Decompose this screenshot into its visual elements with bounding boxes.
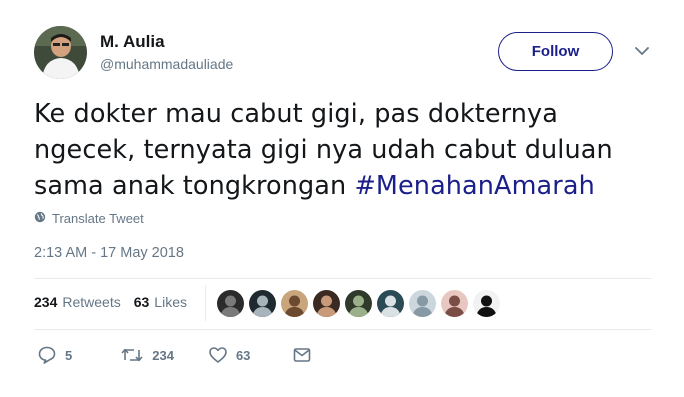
liker-avatar[interactable] xyxy=(249,290,276,317)
reply-count: 5 xyxy=(65,347,73,363)
stats-separator xyxy=(205,285,206,321)
author-name[interactable]: M. Aulia xyxy=(100,32,165,52)
liker-avatar[interactable] xyxy=(345,290,372,317)
chevron-down-icon[interactable] xyxy=(633,44,651,58)
liker-avatar[interactable] xyxy=(409,290,436,317)
retweets-label[interactable]: Retweets xyxy=(62,294,120,310)
liker-avatar[interactable] xyxy=(281,290,308,317)
liker-avatar[interactable] xyxy=(441,290,468,317)
author-avatar[interactable] xyxy=(34,26,87,79)
divider xyxy=(34,329,652,330)
liker-avatars xyxy=(217,290,500,317)
hashtag-link[interactable]: #MenahanAmarah xyxy=(354,171,594,201)
retweet-count: 234 xyxy=(152,347,174,363)
likes-count[interactable]: 63 xyxy=(134,294,150,310)
retweet-button[interactable]: 234 xyxy=(120,345,174,365)
liker-avatar[interactable] xyxy=(313,290,340,317)
reply-button[interactable]: 5 xyxy=(37,345,72,365)
tweet-text: Ke dokter mau cabut gigi, pas dokternya … xyxy=(34,96,664,204)
globe-icon xyxy=(34,211,46,226)
translate-tweet-link[interactable]: Translate Tweet xyxy=(34,211,144,226)
like-count: 63 xyxy=(235,347,251,363)
retweet-icon xyxy=(120,345,144,365)
tweet-actions: 5 234 63 xyxy=(34,345,312,365)
follow-button[interactable]: Follow xyxy=(498,32,613,71)
direct-message-button[interactable] xyxy=(292,345,312,365)
liker-avatar[interactable] xyxy=(377,290,404,317)
translate-label: Translate Tweet xyxy=(52,211,144,226)
retweets-count[interactable]: 234 xyxy=(34,294,57,310)
reply-icon xyxy=(37,345,57,365)
divider xyxy=(34,278,652,279)
like-button[interactable]: 63 xyxy=(208,345,250,365)
likes-label[interactable]: Likes xyxy=(154,294,187,310)
heart-icon xyxy=(208,345,228,365)
tweet-stats: 234 Retweets 63 Likes xyxy=(34,294,187,310)
liker-avatar[interactable] xyxy=(217,290,244,317)
tweet-timestamp[interactable]: 2:13 AM - 17 May 2018 xyxy=(34,245,184,261)
envelope-icon xyxy=(292,345,312,365)
author-handle[interactable]: @muhammadauliade xyxy=(100,56,233,72)
liker-avatar[interactable] xyxy=(473,290,500,317)
